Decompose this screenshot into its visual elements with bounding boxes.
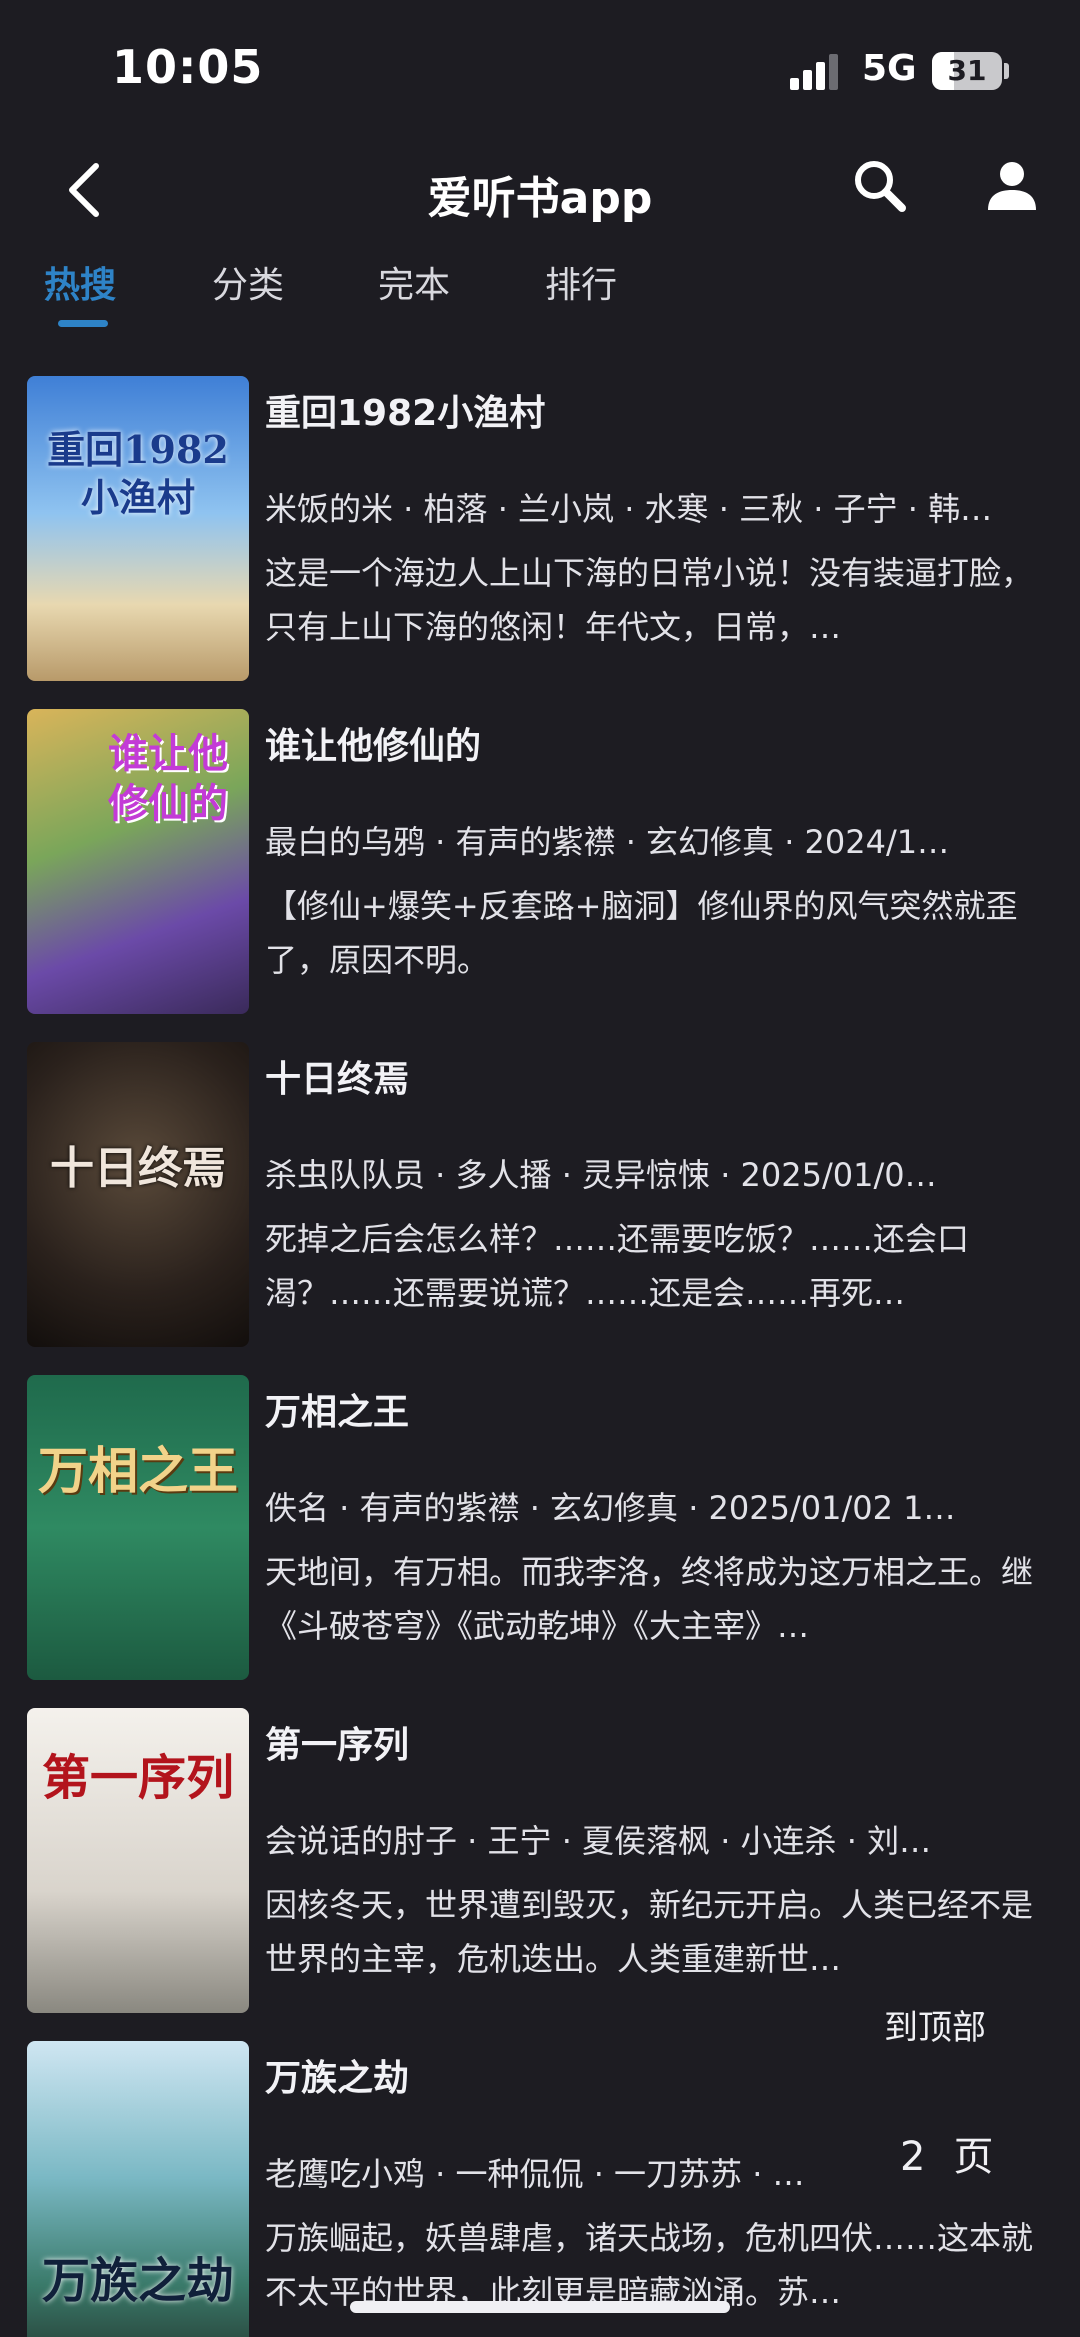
back-to-top-button[interactable]: 到顶部: [884, 2000, 986, 2049]
network-label: 5G: [862, 48, 917, 89]
cover-title: 第一序列: [41, 1750, 234, 1806]
book-cover[interactable]: 谁让他 修仙的: [27, 709, 249, 1014]
list-item[interactable]: 万族之劫 万族之劫 老鹰吃小鸡 · 一种侃侃 · 一刀苏苏 · … 万族崛起，妖…: [0, 2041, 1080, 2337]
book-cover[interactable]: 万相之王: [27, 1375, 249, 1680]
battery-level: 31: [947, 54, 987, 87]
status-time: 10:05: [112, 40, 264, 94]
book-meta: 佚名 · 有声的紫襟 · 玄幻修真 · 2025/01/02 1…: [265, 1489, 956, 1527]
page-unit: 页: [953, 2134, 1022, 2180]
app-bar: 爱听书app: [0, 140, 1080, 240]
home-indicator[interactable]: [350, 2301, 730, 2313]
book-title: 谁让他修仙的: [265, 726, 482, 767]
book-cover[interactable]: 十日终焉: [27, 1042, 249, 1347]
cover-title: 重回1982 小渔村: [47, 427, 229, 520]
book-description: 这是一个海边人上山下海的日常小说！没有装逼打脸，只有上山下海的悠闲！年代文，日常…: [265, 554, 1034, 646]
book-description: 因核冬天，世界遭到毁灭，新纪元开启。人类已经不是世界的主宰，危机迭出。人类重建新…: [265, 1886, 1034, 1978]
cover-title: 万族之劫: [41, 2253, 234, 2309]
book-meta: 最白的乌鸦 · 有声的紫襟 · 玄幻修真 · 2024/1…: [265, 823, 950, 861]
tab-completed[interactable]: 完本: [378, 256, 450, 308]
status-bar: 10:05 5G 31: [0, 0, 1080, 140]
book-title: 万相之王: [265, 1392, 410, 1433]
page-indicator: 2页: [900, 2124, 1021, 2182]
tab-indicator: [58, 320, 108, 327]
tab-category[interactable]: 分类: [212, 256, 284, 308]
list-item[interactable]: 十日终焉 十日终焉 杀虫队队员 · 多人播 · 灵异惊悚 · 2025/01/0…: [0, 1042, 1080, 1352]
book-title: 重回1982小渔村: [265, 393, 546, 434]
book-title: 万族之劫: [265, 2058, 410, 2099]
book-meta: 会说话的肘子 · 王宁 · 夏侯落枫 · 小连杀 · 刘…: [265, 1822, 932, 1860]
cover-title: 谁让他 修仙的: [108, 730, 228, 827]
search-button[interactable]: [848, 154, 912, 218]
list-item[interactable]: 重回1982 小渔村 重回1982小渔村 米饭的米 · 柏落 · 兰小岚 · 水…: [0, 376, 1080, 686]
book-cover[interactable]: 第一序列: [27, 1708, 249, 2013]
book-title: 十日终焉: [265, 1059, 410, 1100]
book-meta: 米饭的米 · 柏落 · 兰小岚 · 水寒 · 三秋 · 子宁 · 韩…: [265, 490, 993, 528]
tab-bar: 热搜 分类 完本 排行: [0, 250, 1080, 330]
signal-icon: [790, 52, 842, 90]
book-description: 天地间，有万相。而我李洛，终将成为这万相之王。继《斗破苍穹》《武动乾坤》《大主宰…: [265, 1553, 1034, 1645]
list-item[interactable]: 谁让他 修仙的 谁让他修仙的 最白的乌鸦 · 有声的紫襟 · 玄幻修真 · 20…: [0, 709, 1080, 1019]
book-cover[interactable]: 重回1982 小渔村: [27, 376, 249, 681]
cover-title: 十日终焉: [50, 1143, 226, 1194]
user-icon: [988, 162, 1036, 210]
battery-icon: 31: [932, 52, 1002, 90]
cover-title: 万相之王: [38, 1441, 238, 1500]
search-icon: [855, 161, 906, 212]
book-title: 第一序列: [265, 1725, 410, 1766]
profile-button[interactable]: [980, 154, 1044, 218]
page-title: 爱听书app: [427, 173, 653, 224]
page-number: 2: [900, 2134, 954, 2180]
list-item[interactable]: 第一序列 第一序列 会说话的肘子 · 王宁 · 夏侯落枫 · 小连杀 · 刘… …: [0, 1708, 1080, 2018]
book-cover[interactable]: 万族之劫: [27, 2041, 249, 2337]
tab-hot-search[interactable]: 热搜: [44, 256, 116, 308]
book-meta: 杀虫队队员 · 多人播 · 灵异惊悚 · 2025/01/0…: [265, 1156, 937, 1194]
tab-ranking[interactable]: 排行: [545, 256, 617, 308]
book-description: 死掉之后会怎么样？……还需要吃饭？……还会口渴？……还需要说谎？……还是会……再…: [265, 1220, 970, 1312]
list-item[interactable]: 万相之王 万相之王 佚名 · 有声的紫襟 · 玄幻修真 · 2025/01/02…: [0, 1375, 1080, 1685]
book-description: 【修仙+爆笑+反套路+脑洞】修仙界的风气突然就歪了，原因不明。: [265, 887, 1018, 979]
